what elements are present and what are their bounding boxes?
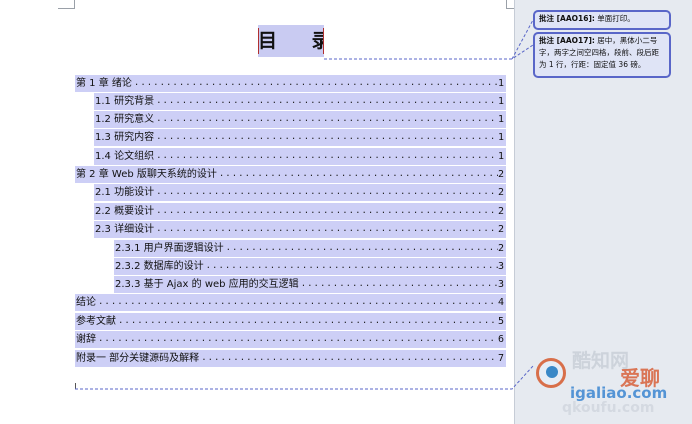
toc-entry-text: 2.2 概要设计 [95, 206, 155, 217]
toc-entry[interactable]: 1.2 研究意义 1...............................… [94, 111, 506, 128]
toc-entry-text: 2.3.1 用户界面逻辑设计 [115, 243, 224, 254]
toc-leader-dots: ........................................… [133, 78, 498, 88]
toc-leader-dots: ........................................… [218, 169, 498, 179]
toc-entry-text: 1.1 研究背景 [95, 96, 155, 107]
toc-entry-text: 1.4 论文组织 [95, 151, 155, 162]
toc-leader-dots: ........................................… [156, 224, 498, 234]
toc-entry[interactable]: 第 1 章 绪论 1...............................… [75, 75, 506, 92]
comment-balloon[interactable]: 批注 [AAO16]: 单面打印。 [533, 10, 671, 30]
toc-entry-page-number: 2 [497, 224, 504, 235]
toc-entry-text: 2.3.3 基于 Ajax 的 web 应用的交互逻辑 [115, 279, 299, 290]
comment-label: 批注 [AAO17]: [539, 36, 595, 45]
toc-leader-dots: ........................................… [225, 243, 498, 253]
comment-balloon[interactable]: 批注 [AAO17]: 居中，黑体小二号字，两字之间空四格，段前、段后距为 1 … [533, 32, 671, 78]
toc-entry[interactable]: 2.3.3 基于 Ajax 的 web 应用的交互逻辑 3............… [114, 276, 506, 293]
toc-entry-text: 参考文献 [76, 316, 116, 327]
toc-entry[interactable]: 2.3.1 用户界面逻辑设计 2.........................… [114, 240, 506, 257]
toc-leader-dots: ........................................… [98, 297, 498, 307]
document-page[interactable]: 目 录 第 1 章 绪论1...........................… [0, 0, 515, 424]
toc-leader-dots: ........................................… [98, 334, 498, 344]
toc-entry-page-number: 7 [497, 353, 504, 364]
toc-entry-page-number: 2 [497, 206, 504, 217]
watermark-logo-icon [536, 358, 566, 388]
toc-entry[interactable]: 附录一 部分关键源码及解释 7..........................… [75, 350, 506, 367]
toc-entry[interactable]: 谢辞 6.....................................… [75, 331, 506, 348]
toc-entry-page-number: 1 [497, 96, 504, 107]
toc-entry-page-number: 2 [497, 169, 504, 180]
toc-leader-dots: ........................................… [205, 261, 498, 271]
toc-entry-text: 1.2 研究意义 [95, 114, 155, 125]
toc-entry[interactable]: 参考文献 5...................................… [75, 313, 506, 330]
toc-leader-dots: ........................................… [156, 187, 498, 197]
toc-entry-text: 2.3.2 数据库的设计 [115, 261, 204, 272]
toc-entry[interactable]: 第 2 章 Web 版聊天系统的设计 2.....................… [75, 166, 506, 183]
toc-entry-page-number: 6 [497, 334, 504, 345]
toc-entry[interactable]: 2.3.2 数据库的设计 3...........................… [114, 258, 506, 275]
watermark: 酷知网 爱聊 igaliao.com qkoufu.com [528, 342, 684, 422]
toc-leader-dots: ........................................… [118, 316, 498, 326]
toc-entry-page-number: 2 [497, 243, 504, 254]
toc-entry[interactable]: 2.1 功能设计 2...............................… [94, 184, 506, 201]
toc-entry-page-number: 1 [497, 114, 504, 125]
toc-leader-dots: ........................................… [156, 96, 498, 106]
toc-entry-page-number: 1 [497, 151, 504, 162]
toc-entry[interactable]: 1.1 研究背景 1...............................… [94, 93, 506, 110]
watermark-url-secondary: qkoufu.com [562, 400, 655, 416]
comment-text: 单面打印。 [597, 14, 635, 23]
toc-entry-page-number: 5 [497, 316, 504, 327]
toc-entry-text: 结论 [76, 297, 96, 308]
toc-leader-dots: ........................................… [201, 353, 498, 363]
toc-entry[interactable]: 1.4 论文组织 1...............................… [94, 148, 506, 165]
toc-leader-dots: ........................................… [156, 151, 498, 161]
toc-leader-dots: ........................................… [300, 279, 498, 289]
toc-entry-page-number: 4 [497, 297, 504, 308]
toc-entry-text: 1.3 研究内容 [95, 132, 155, 143]
toc-entry-page-number: 1 [497, 78, 504, 89]
toc-entry[interactable]: 2.2 概要设计 2...............................… [94, 203, 506, 220]
toc-entry-page-number: 1 [497, 132, 504, 143]
toc-entry-page-number: 3 [497, 279, 504, 290]
toc-entry-text: 第 2 章 Web 版聊天系统的设计 [76, 169, 217, 180]
text-cursor [75, 383, 76, 389]
toc-entry-text: 第 1 章 绪论 [76, 78, 132, 89]
toc-entry[interactable]: 结论 4.....................................… [75, 294, 506, 311]
comment-label: 批注 [AAO16]: [539, 14, 595, 23]
toc-entry-text: 2.3 详细设计 [95, 224, 155, 235]
toc-leader-dots: ........................................… [156, 206, 498, 216]
toc-entry-text: 2.1 功能设计 [95, 187, 155, 198]
toc-entry[interactable]: 1.3 研究内容 1...............................… [94, 129, 506, 146]
toc-entry-page-number: 3 [497, 261, 504, 272]
toc-entry-text: 附录一 部分关键源码及解释 [76, 353, 200, 364]
toc-entry[interactable]: 2.3 详细设计 2...............................… [94, 221, 506, 238]
toc-entry-page-number: 2 [497, 187, 504, 198]
table-of-contents: 第 1 章 绪论 1...............................… [0, 0, 514, 424]
toc-leader-dots: ........................................… [156, 114, 498, 124]
toc-entry-text: 谢辞 [76, 334, 96, 345]
toc-leader-dots: ........................................… [156, 132, 498, 142]
